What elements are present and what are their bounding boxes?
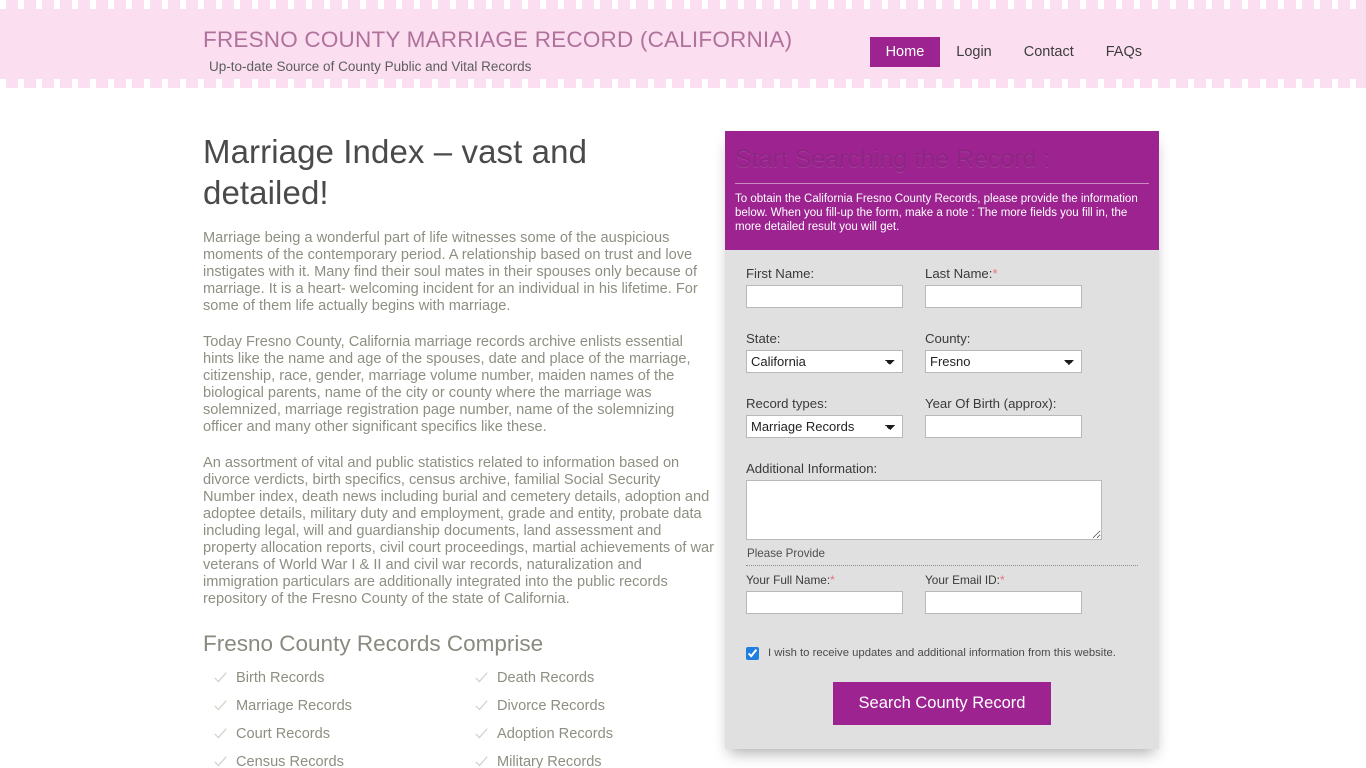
full-name-field-group: Your Full Name:* [746,573,903,615]
county-select[interactable]: Fresno [925,350,1082,374]
nav-item-contact[interactable]: Contact [1008,37,1090,67]
name-field-row: First Name: Last Name:* [746,266,1138,309]
list-item-label: Census Records [236,753,344,768]
list-item-label: Adoption Records [497,725,614,742]
records-list: Birth Records Death Records Marriage Rec… [214,670,715,768]
full-name-label: Your Full Name:* [746,573,903,587]
check-icon [475,755,488,768]
last-name-label: Last Name:* [925,266,1082,281]
location-field-row: State: California County: Fresno [746,331,1138,374]
last-name-label-text: Last Name: [925,266,993,282]
search-form-body: First Name: Last Name:* State: Californi… [725,250,1159,749]
email-label: Your Email ID:* [925,573,1082,587]
check-icon [214,755,227,768]
list-item: Census Records [214,754,475,768]
record-type-field-row: Record types: Marriage Records Year Of B… [746,396,1138,439]
site-title: FRESNO COUNTY MARRIAGE RECORD (CALIFORNI… [203,27,793,52]
search-panel-title: Start Searching the Record : [735,145,1051,173]
record-types-label: Record types: [746,396,828,412]
required-asterisk: * [992,266,998,282]
please-provide-note: Please Provide [747,547,825,561]
additional-information-label: Additional Information: [746,461,878,477]
required-asterisk: * [999,573,1005,588]
list-item: Adoption Records [475,726,715,742]
email-input[interactable] [925,591,1082,615]
page-title: Marriage Index – vast and detailed! [203,133,588,212]
optin-label: I wish to receive updates and additional… [768,647,1116,660]
intro-paragraph-3: An assortment of vital and public statis… [203,454,715,607]
search-panel-header: Start Searching the Record : To obtain t… [725,131,1159,251]
list-item: Divorce Records [475,698,715,714]
county-label: County: [925,331,971,347]
year-of-birth-field-group: Year Of Birth (approx): [925,396,1082,439]
first-name-field-group: First Name: [746,266,903,309]
nav-item-home[interactable]: Home [869,37,941,67]
brand-block: FRESNO COUNTY MARRIAGE RECORD (CALIFORNI… [203,27,793,74]
email-label-text: Your Email ID: [925,573,1000,588]
first-name-label: First Name: [746,266,815,282]
list-item: Death Records [475,670,715,686]
record-types-select[interactable]: Marriage Records [746,415,903,439]
article-content: Marriage Index – vast and detailed! Marr… [203,131,715,768]
main-navigation: Home Login Contact FAQs [869,37,1158,67]
state-field-group: State: California [746,331,903,374]
list-item-label: Divorce Records [497,697,605,714]
site-tagline: Up-to-date Source of County Public and V… [209,58,532,74]
list-item-label: Military Records [497,753,602,768]
list-item: Birth Records [214,670,475,686]
list-item: Marriage Records [214,698,475,714]
search-county-record-button[interactable]: Search County Record [832,682,1052,725]
submit-button-wrapper: Search County Record [746,682,1138,725]
state-label: State: [746,331,781,347]
first-name-input[interactable] [746,285,903,309]
last-name-input[interactable] [925,285,1082,309]
list-item-label: Birth Records [236,669,325,686]
full-name-label-text: Your Full Name: [746,573,831,588]
search-panel-description: To obtain the California Fresno County R… [735,193,1138,234]
panel-divider [735,183,1149,185]
list-item: Military Records [475,754,715,768]
state-select[interactable]: California [746,350,903,374]
site-header: FRESNO COUNTY MARRIAGE RECORD (CALIFORNI… [0,0,1366,88]
intro-paragraph-1: Marriage being a wonderful part of life … [203,229,698,314]
record-types-field-group: Record types: Marriage Records [746,396,903,439]
list-item: Court Records [214,726,475,742]
search-record-panel: Start Searching the Record : To obtain t… [725,131,1159,749]
additional-information-field-group: Additional Information: [746,461,1138,541]
list-item-label: Death Records [497,669,595,686]
last-name-field-group: Last Name:* [925,266,1082,309]
required-asterisk: * [830,573,835,588]
check-icon [214,699,227,712]
year-of-birth-label: Year Of Birth (approx): [925,396,1057,412]
contact-field-row: Your Full Name:* Your Email ID:* [746,573,1138,615]
records-section-title: Fresno County Records Comprise [203,630,544,656]
additional-information-textarea[interactable] [746,480,1102,541]
intro-paragraph-2: Today Fresno County, California marriage… [203,333,691,435]
year-of-birth-input[interactable] [925,415,1082,439]
county-field-group: County: Fresno [925,331,1082,374]
check-icon [475,727,488,740]
check-icon [475,699,488,712]
check-icon [214,727,227,740]
email-field-group: Your Email ID:* [925,573,1082,615]
check-icon [475,671,488,684]
check-icon [214,671,227,684]
optin-row: I wish to receive updates and additional… [746,647,1138,661]
list-item-label: Court Records [236,725,331,742]
full-name-input[interactable] [746,591,903,615]
nav-item-faqs[interactable]: FAQs [1090,37,1158,67]
optin-checkbox[interactable] [746,647,759,661]
nav-item-login[interactable]: Login [940,37,1007,67]
dotted-divider [746,565,1138,567]
list-item-label: Marriage Records [236,697,352,714]
perforation-bottom-edge [0,79,1366,88]
